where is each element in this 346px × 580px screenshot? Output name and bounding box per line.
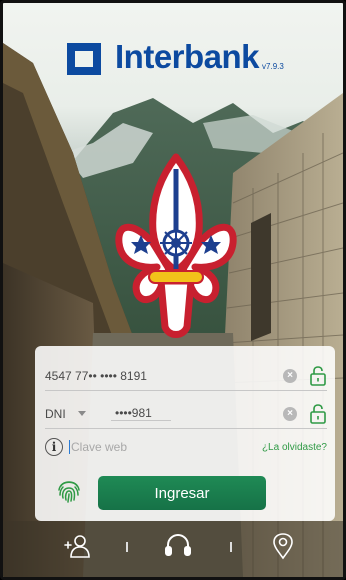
add-user-icon[interactable]	[63, 531, 93, 561]
password-row: i ¿La olvidaste?	[45, 432, 327, 462]
location-pin-icon[interactable]	[268, 531, 298, 561]
forgot-password-link[interactable]: ¿La olvidaste?	[262, 442, 327, 453]
document-row: DNI ••••981 ×	[45, 399, 327, 429]
clear-card-icon[interactable]: ×	[283, 368, 297, 383]
brand-name: Interbank	[115, 38, 260, 75]
info-icon[interactable]: i	[45, 438, 63, 456]
interbank-logo-mark	[67, 43, 101, 75]
password-input[interactable]	[71, 440, 191, 454]
bottom-bar	[3, 521, 343, 577]
document-type-value: DNI	[45, 406, 66, 421]
lock-open-icon[interactable]	[309, 403, 327, 424]
card-number-field[interactable]: 4547 77•• •••• 8191	[45, 369, 147, 383]
login-button[interactable]: Ingresar	[98, 476, 266, 510]
headset-icon[interactable]	[163, 531, 193, 561]
phone-screen: Interbank v7.9.3 4547 77•• •••• 8191 × D…	[0, 0, 346, 580]
chevron-down-icon	[77, 411, 86, 416]
lock-open-icon[interactable]	[309, 365, 327, 386]
separator	[230, 542, 232, 552]
interbank-logo: Interbank v7.9.3	[67, 35, 284, 75]
document-type-select[interactable]: DNI	[45, 407, 99, 421]
clear-document-icon[interactable]: ×	[283, 406, 297, 421]
fingerprint-icon[interactable]	[55, 476, 83, 504]
fleur-de-lis-emblem	[113, 151, 239, 341]
app-version: v7.9.3	[262, 62, 284, 71]
separator	[126, 542, 128, 552]
card-number-row: 4547 77•• •••• 8191 ×	[45, 361, 327, 391]
document-number-field[interactable]: ••••981	[111, 406, 171, 421]
text-cursor	[69, 440, 70, 454]
login-card: 4547 77•• •••• 8191 × DNI ••••981 × i ¿L…	[35, 346, 335, 521]
